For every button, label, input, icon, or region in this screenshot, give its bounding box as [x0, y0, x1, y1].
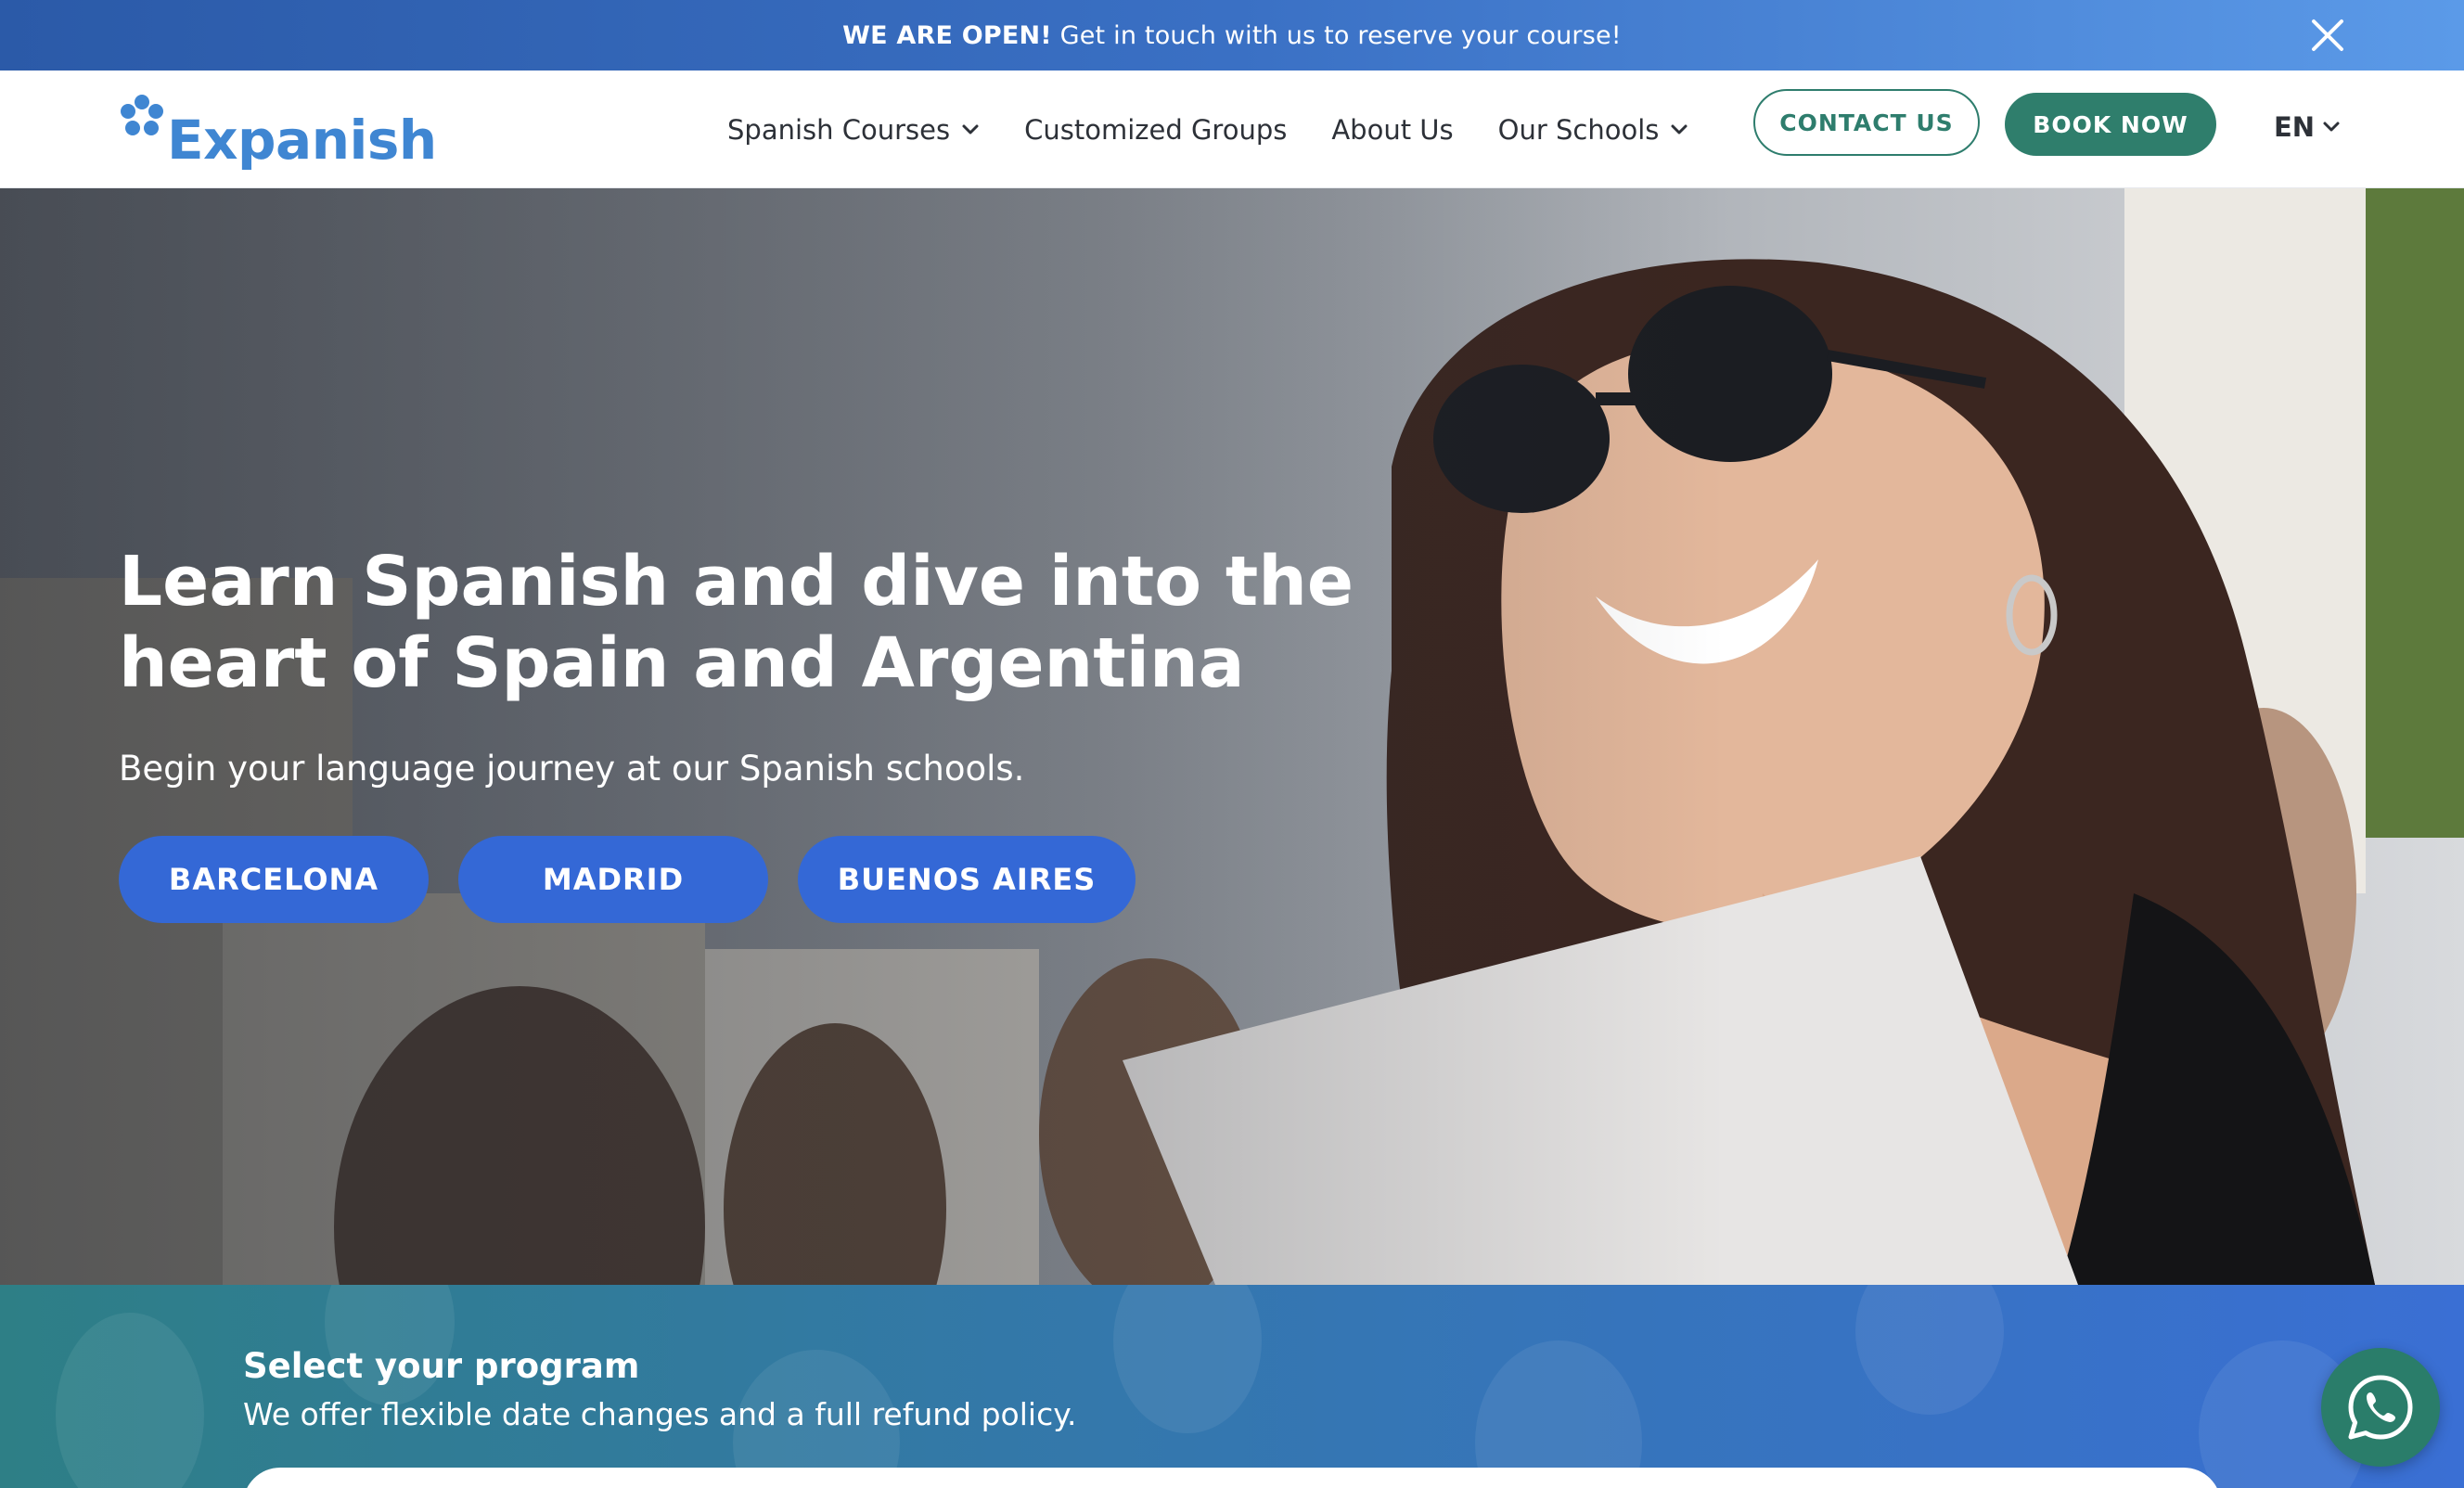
- nav-customized-groups[interactable]: Customized Groups: [1024, 114, 1287, 146]
- hero-title-line-2: heart of Spain and Argentina: [119, 623, 1245, 703]
- hero-subtitle: Begin your language journey at our Spani…: [119, 749, 1025, 789]
- chevron-down-icon: [1671, 124, 1688, 134]
- close-icon[interactable]: [2306, 14, 2349, 57]
- hero-section: Learn Spanish and dive into the heart of…: [0, 188, 2464, 1285]
- main-nav: Spanish Courses Customized Groups About …: [727, 71, 1733, 188]
- nav-label: Customized Groups: [1024, 113, 1288, 146]
- language-label: EN: [2274, 111, 2316, 143]
- hero-overlay: [0, 188, 2464, 1285]
- nav-label: Our Schools: [1497, 113, 1660, 146]
- chevron-down-icon: [2323, 122, 2340, 132]
- background-pattern: [56, 1285, 2366, 1488]
- whatsapp-icon: [2348, 1375, 2413, 1440]
- site-header: Expanish Spanish Courses Customized Grou…: [0, 71, 2464, 188]
- announcement-message: Get in touch with us to reserve your cou…: [1051, 20, 1622, 50]
- program-section: Select your program We offer flexible da…: [0, 1285, 2464, 1488]
- logo[interactable]: Expanish: [119, 93, 437, 167]
- hero-title-line-1: Learn Spanish and dive into the: [119, 542, 1354, 622]
- hero-title: Learn Spanish and dive into the heart of…: [119, 541, 1418, 704]
- announcement-text: WE ARE OPEN! Get in touch with us to res…: [842, 21, 1622, 50]
- nav-label: Spanish Courses: [727, 113, 951, 146]
- announcement-bold: WE ARE OPEN!: [842, 20, 1052, 50]
- announcement-bar: WE ARE OPEN! Get in touch with us to res…: [0, 0, 2464, 71]
- nav-about-us[interactable]: About Us: [1331, 114, 1453, 146]
- program-title: Select your program: [243, 1346, 640, 1386]
- madrid-button[interactable]: MADRID: [458, 836, 768, 923]
- whatsapp-button[interactable]: [2321, 1348, 2440, 1467]
- program-selector-card[interactable]: [243, 1468, 2221, 1488]
- buenos-aires-button[interactable]: BUENOS AIRES: [798, 836, 1136, 923]
- city-buttons: BARCELONA MADRID BUENOS AIRES: [119, 836, 1165, 923]
- contact-us-button[interactable]: CONTACT US: [1753, 89, 1980, 156]
- program-subtitle: We offer flexible date changes and a ful…: [243, 1396, 1077, 1432]
- language-selector[interactable]: EN: [2274, 111, 2341, 143]
- logo-wordmark: Expanish: [167, 109, 437, 172]
- nav-spanish-courses[interactable]: Spanish Courses: [727, 114, 980, 146]
- nav-our-schools[interactable]: Our Schools: [1498, 114, 1689, 146]
- nav-label: About Us: [1331, 113, 1454, 146]
- book-now-button[interactable]: BOOK NOW: [2005, 93, 2216, 156]
- chevron-down-icon: [962, 124, 979, 134]
- logo-flower-icon: [121, 95, 163, 135]
- barcelona-button[interactable]: BARCELONA: [119, 836, 429, 923]
